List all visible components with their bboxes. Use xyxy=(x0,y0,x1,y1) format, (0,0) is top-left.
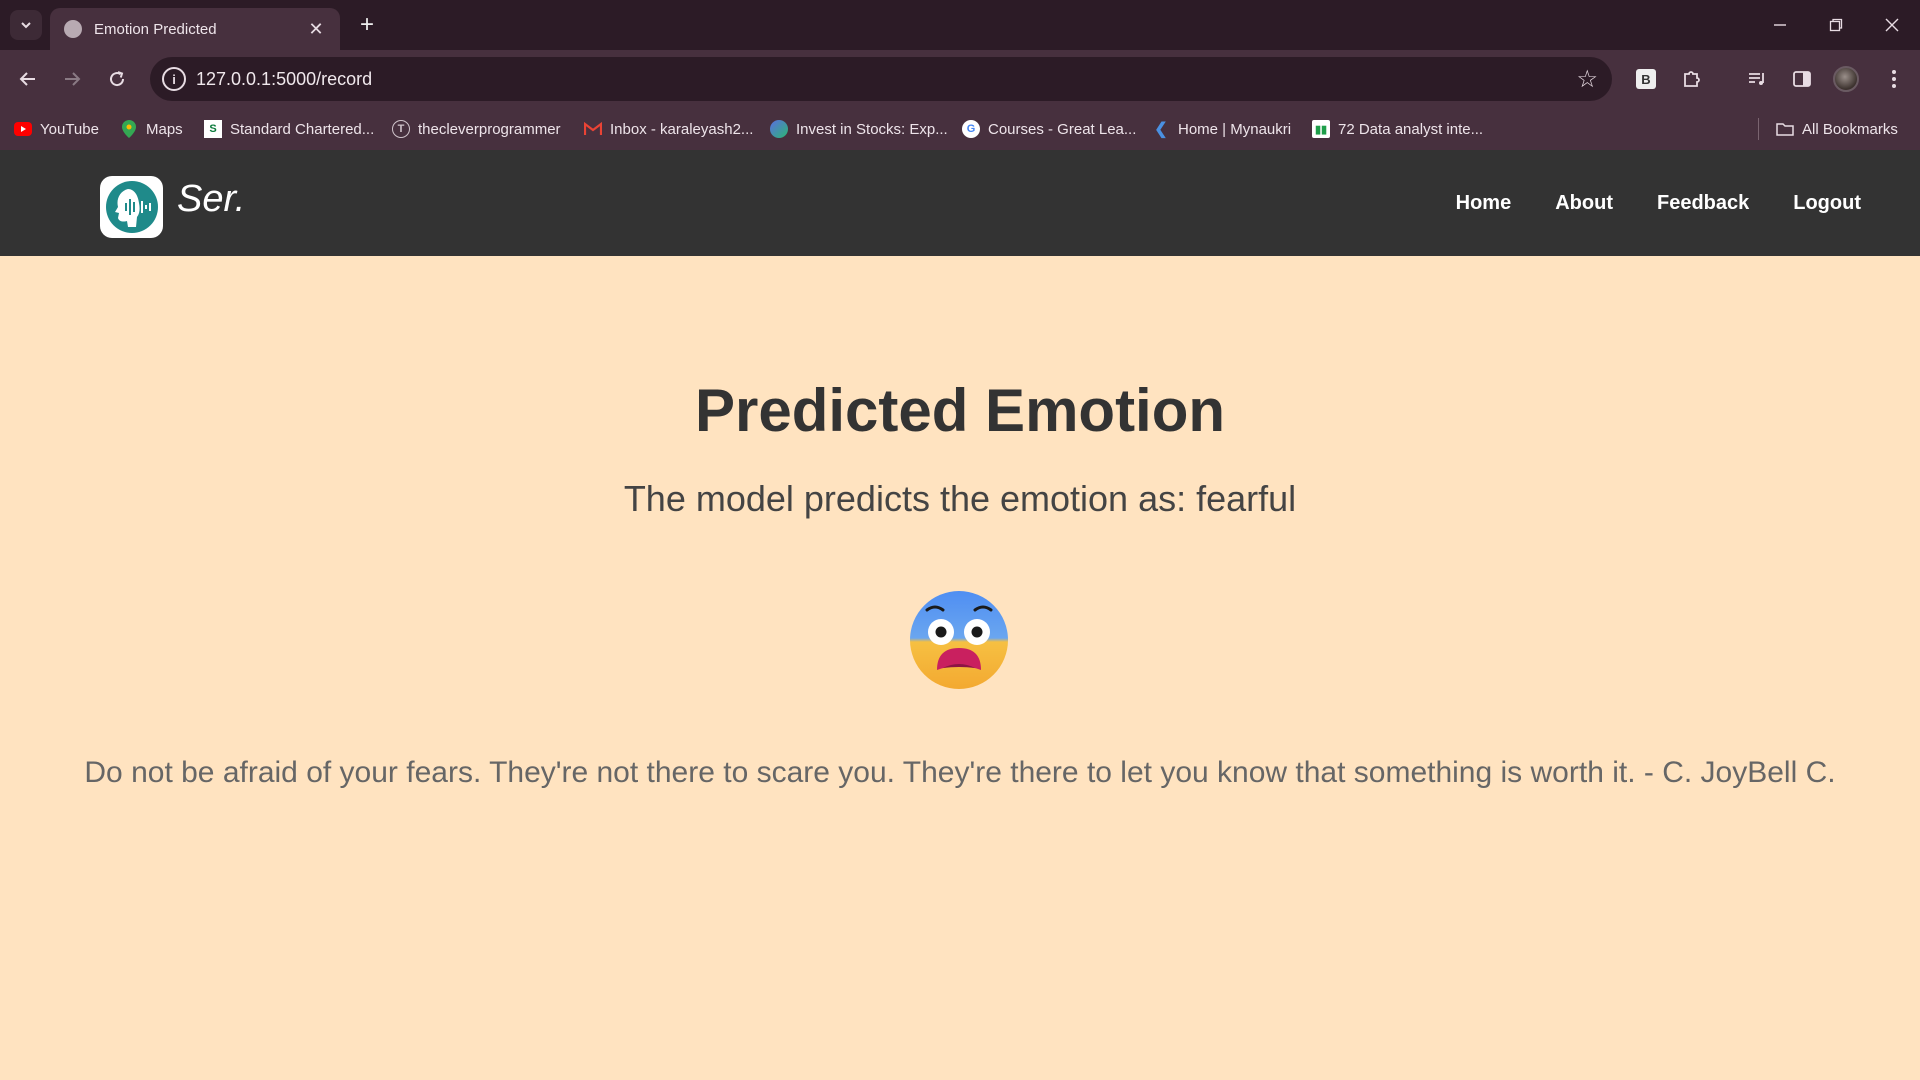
bookmark-youtube[interactable]: YouTube xyxy=(14,119,99,139)
logo[interactable] xyxy=(100,176,163,238)
close-window-button[interactable] xyxy=(1864,0,1920,50)
tab-search-button[interactable] xyxy=(10,10,42,40)
nav-about-link[interactable]: About xyxy=(1555,192,1613,215)
extension-b-icon: B xyxy=(1636,69,1656,89)
forward-button[interactable] xyxy=(56,63,88,95)
media-controls-button[interactable] xyxy=(1741,63,1773,95)
close-icon xyxy=(1885,18,1899,32)
arrow-left-icon xyxy=(19,72,35,86)
avatar xyxy=(1833,66,1859,92)
minimize-icon xyxy=(1774,24,1786,26)
address-bar[interactable]: i 127.0.0.1:5000/record ☆ xyxy=(150,57,1612,101)
bookmark-gmail[interactable]: Inbox - karaleyash2... xyxy=(584,119,753,139)
puzzle-icon xyxy=(1684,71,1700,87)
site-navbar: Ser. Home About Feedback Logout xyxy=(0,150,1920,256)
data-analyst-icon: ▮▮ xyxy=(1312,120,1330,138)
brand-name: Ser. xyxy=(177,178,246,220)
more-vertical-icon xyxy=(1892,70,1896,88)
tab-strip: Emotion Predicted ✕ + xyxy=(0,0,1920,50)
restore-button[interactable] xyxy=(1808,0,1864,50)
naukri-icon: ❮ xyxy=(1154,121,1168,138)
browser-menu-button[interactable] xyxy=(1878,63,1910,95)
globe-icon xyxy=(64,20,82,38)
extensions-button[interactable] xyxy=(1676,63,1708,95)
browser-tab-active[interactable]: Emotion Predicted ✕ xyxy=(50,8,340,50)
emotion-quote: Do not be afraid of your fears. They're … xyxy=(84,756,1836,789)
standard-chartered-icon: S xyxy=(204,120,222,138)
bookmark-standard-chartered[interactable]: S Standard Chartered... xyxy=(204,119,374,139)
all-bookmarks-button[interactable]: All Bookmarks xyxy=(1776,119,1898,139)
bookmarks-divider xyxy=(1758,118,1759,140)
bookmark-thecleverprogrammer[interactable]: T thecleverprogrammer xyxy=(392,119,561,139)
google-icon: G xyxy=(962,120,980,138)
stocks-icon xyxy=(770,120,788,138)
restore-icon xyxy=(1829,18,1843,32)
minimize-button[interactable] xyxy=(1752,0,1808,50)
bookmark-invest-in-stocks[interactable]: Invest in Stocks: Exp... xyxy=(770,119,948,139)
prediction-text: The model predicts the emotion as: fearf… xyxy=(623,478,1297,519)
reload-button[interactable] xyxy=(101,63,133,95)
logo-head-soundwave-icon xyxy=(105,181,158,233)
arrow-right-icon xyxy=(65,72,81,86)
clever-programmer-icon: T xyxy=(392,120,410,138)
playlist-icon xyxy=(1749,73,1764,85)
chevron-down-icon xyxy=(21,22,31,29)
youtube-icon xyxy=(14,120,32,138)
fearful-face-icon xyxy=(910,591,1008,689)
bookmark-maps[interactable]: Maps xyxy=(120,119,183,139)
nav-feedback-link[interactable]: Feedback xyxy=(1657,192,1749,215)
page-viewport: Ser. Home About Feedback Logout Predicte… xyxy=(0,150,1920,1080)
bookmark-data-analyst[interactable]: ▮▮ 72 Data analyst inte... xyxy=(1312,119,1483,139)
url-text[interactable]: 127.0.0.1:5000/record xyxy=(196,69,372,90)
bookmarks-bar: YouTube Maps S Standard Chartered... T t… xyxy=(0,108,1920,150)
page-title: Predicted Emotion xyxy=(694,377,1226,444)
tab-title: Emotion Predicted xyxy=(94,20,217,38)
bookmark-star-icon[interactable]: ☆ xyxy=(1576,65,1598,94)
bookmark-great-learning[interactable]: G Courses - Great Lea... xyxy=(962,119,1136,139)
profile-button[interactable] xyxy=(1830,63,1862,95)
new-tab-button[interactable]: + xyxy=(352,10,382,40)
bookmark-mynaukri[interactable]: ❮ Home | Mynaukri xyxy=(1152,119,1291,139)
back-button[interactable] xyxy=(12,63,44,95)
extension-b-button[interactable]: B xyxy=(1630,63,1662,95)
gmail-icon xyxy=(584,120,602,138)
maps-icon xyxy=(120,120,138,138)
side-panel-button[interactable] xyxy=(1786,63,1818,95)
folder-icon xyxy=(1776,120,1794,138)
close-tab-icon[interactable]: ✕ xyxy=(306,19,326,40)
site-nav-links: Home About Feedback Logout xyxy=(1456,192,1861,215)
window-controls xyxy=(1752,0,1920,50)
browser-toolbar: i 127.0.0.1:5000/record ☆ B xyxy=(0,50,1920,108)
site-info-icon[interactable]: i xyxy=(162,67,186,91)
side-panel-icon xyxy=(1793,71,1811,87)
nav-home-link[interactable]: Home xyxy=(1456,192,1512,215)
nav-logout-link[interactable]: Logout xyxy=(1793,192,1861,215)
reload-icon xyxy=(110,71,125,87)
